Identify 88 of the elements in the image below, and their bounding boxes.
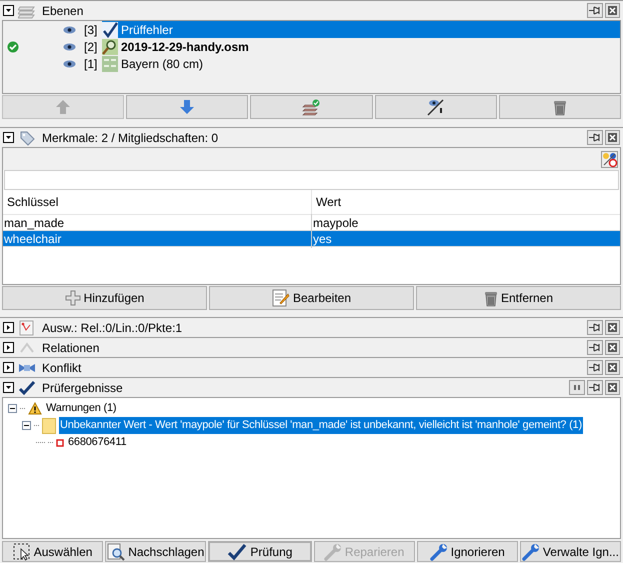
trash-icon (484, 290, 498, 306)
layer-name: Bayern (80 cm) (121, 56, 204, 72)
layers-check-icon (302, 98, 320, 116)
validator-button[interactable]: Prüfung (208, 541, 312, 562)
panel-header[interactable]: Prüfergebnisse (0, 377, 623, 397)
tag-action-button[interactable]: Bearbeiten (209, 286, 414, 310)
layer-index: [3] (84, 22, 98, 38)
panel-title: Ausw.: Rel.:0/Lin.:0/Pkte:1 (42, 320, 182, 336)
tree-item[interactable]: Unbekannter Wert - Wert 'maypole' für Schlüssel 'man_made' ist unbekannt, vielleicht ist 'manhole' gemeint? (1) (59, 417, 583, 434)
collapse-icon[interactable] (8, 404, 17, 413)
close-icon[interactable] (605, 380, 620, 395)
panel-header[interactable]: Ausw.: Rel.:0/Lin.:0/Pkte:1 (0, 317, 623, 337)
collapse-toggle-icon[interactable] (3, 5, 14, 16)
checkmark-icon (18, 380, 36, 396)
pin-icon[interactable] (587, 320, 603, 335)
expand-toggle-icon[interactable] (3, 362, 14, 373)
pin-icon[interactable] (587, 3, 603, 18)
close-icon[interactable] (605, 340, 620, 355)
selection-icon (18, 320, 36, 336)
tag-action-button[interactable]: Entfernen (416, 286, 621, 310)
node-icon (56, 438, 64, 446)
close-icon[interactable] (605, 320, 620, 335)
relations-icon (18, 340, 36, 356)
tag-action-button[interactable]: Hinzufügen (2, 286, 207, 310)
delete-layer-button[interactable] (498, 95, 621, 119)
document-magnifier-icon (107, 542, 126, 560)
pin-icon[interactable] (587, 340, 603, 355)
wrench-icon (522, 542, 540, 560)
trash-icon (552, 98, 567, 116)
wrench-icon (324, 542, 342, 560)
table-cell-text: maypole (312, 214, 360, 232)
layer-index: [2] (84, 38, 98, 56)
layer-name: Prüffehler (121, 22, 173, 38)
tree-item[interactable]: 6680676411 (67, 434, 128, 451)
panel-title: Merkmale: 2 / Mitgliedschaften: 0 (42, 130, 218, 146)
panel-header[interactable]: Konflikt (0, 357, 623, 377)
down-arrow-icon (179, 99, 196, 115)
column-header[interactable]: Schlüssel (3, 190, 312, 214)
layer-index: [1] (84, 56, 98, 72)
paint-tools-icon[interactable] (601, 150, 618, 168)
filter-field[interactable] (4, 170, 619, 190)
table-row[interactable]: wheelchair yes (3, 231, 620, 247)
eye-icon[interactable] (62, 60, 76, 68)
validator-button[interactable]: Nachschlagen (105, 541, 206, 562)
toggle-view-icon[interactable] (569, 380, 585, 395)
eye-slash-icon (426, 98, 445, 116)
panel-title: Ebenen (42, 2, 84, 20)
map-icon (102, 56, 118, 72)
eye-icon[interactable] (62, 26, 76, 34)
close-icon[interactable] (605, 130, 620, 145)
expand-toggle-icon[interactable] (3, 322, 14, 333)
panel-header[interactable]: Relationen (0, 337, 623, 357)
collapse-toggle-icon[interactable] (3, 132, 14, 143)
table-cell-text: yes (312, 230, 333, 248)
down-layer-button[interactable] (126, 95, 248, 119)
folder-icon (42, 418, 56, 434)
layer-row[interactable]: 2019-12-29-handy.osm (102, 38, 620, 55)
collapse-toggle-icon[interactable] (3, 382, 14, 393)
wrench-icon (430, 542, 448, 560)
magnifier-map-icon (102, 38, 118, 54)
column-header[interactable]: Wert (312, 190, 620, 214)
pin-icon[interactable] (587, 130, 603, 145)
warning-icon (28, 402, 42, 415)
tree-item[interactable]: Warnungen (1) (45, 400, 118, 417)
plus-icon (64, 290, 81, 306)
table-cell: wheelchair (3, 230, 312, 248)
panel-title: Konflikt (42, 360, 82, 376)
pin-icon[interactable] (587, 380, 603, 395)
layer-row[interactable]: Prüffehler (102, 21, 620, 38)
notepad-pencil-icon (272, 289, 290, 307)
panel-title: Prüfergebnisse (42, 380, 123, 396)
panel-header[interactable]: Merkmale: 2 / Mitgliedschaften: 0 (0, 127, 623, 147)
up-arrow-icon (55, 99, 72, 115)
panel-header[interactable]: Ebenen (0, 0, 623, 20)
close-icon[interactable] (605, 360, 620, 375)
eye-icon[interactable] (62, 42, 76, 50)
panel-title: Relationen (42, 340, 100, 356)
validator-button[interactable]: Auswählen (2, 541, 104, 562)
layer-row[interactable]: Bayern (80 cm) (102, 55, 620, 72)
close-icon[interactable] (605, 3, 620, 18)
pin-icon[interactable] (587, 360, 603, 375)
validator-button[interactable]: Verwalte Ign... (520, 541, 622, 562)
validator-button[interactable]: Ignorieren (416, 541, 518, 562)
collapse-icon[interactable] (22, 421, 31, 430)
expand-toggle-icon[interactable] (3, 342, 14, 353)
selection-cursor-icon (12, 542, 31, 560)
layer-name: 2019-12-29-handy.osm (121, 38, 249, 56)
checkmark-icon (227, 542, 248, 560)
